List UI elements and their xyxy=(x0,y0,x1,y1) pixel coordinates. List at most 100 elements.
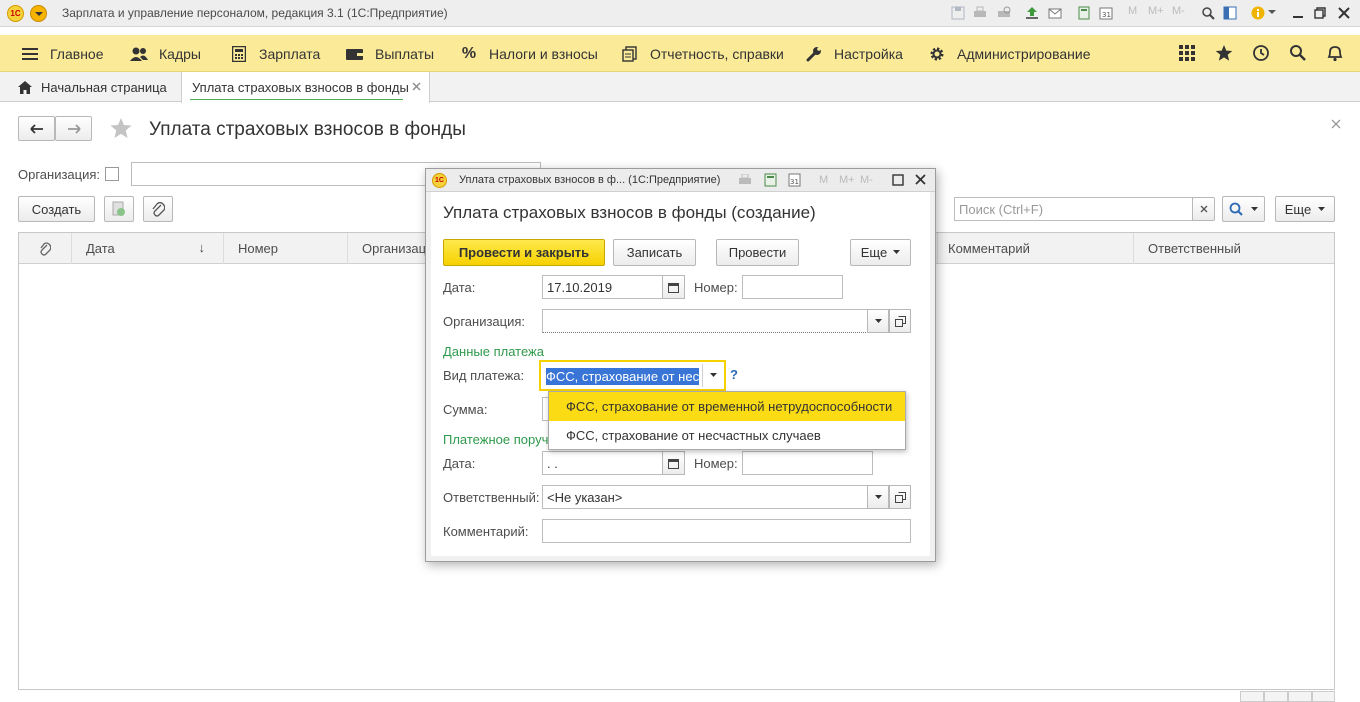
back-button[interactable] xyxy=(18,116,55,141)
memory-m-button[interactable]: M xyxy=(819,174,828,186)
save-button[interactable]: Записать xyxy=(613,239,696,266)
order-date-picker-button[interactable] xyxy=(662,451,685,475)
close-icon[interactable] xyxy=(915,174,926,185)
date-input[interactable]: 17.10.2019 xyxy=(542,275,663,299)
memory-minus-button[interactable]: M- xyxy=(1172,5,1185,17)
payment-type-input[interactable]: ФСС, страхование от нес xyxy=(543,364,703,388)
organization-open-button[interactable] xyxy=(889,309,911,333)
history-icon[interactable] xyxy=(1252,44,1270,62)
maximize-icon[interactable] xyxy=(892,174,904,186)
search-clear-button[interactable] xyxy=(1192,197,1215,221)
post-button[interactable]: Провести xyxy=(716,239,799,266)
wallet-icon xyxy=(345,44,365,64)
close-icon[interactable] xyxy=(1336,5,1352,21)
responsible-open-button[interactable] xyxy=(889,485,911,509)
save-icon[interactable] xyxy=(950,5,966,21)
dropdown-option-temporary-disability[interactable]: ФСС, страхование от временной нетрудоспо… xyxy=(549,392,905,421)
menu-item-main[interactable]: Главное xyxy=(20,35,104,72)
logo-1c-icon: 1С xyxy=(7,5,24,22)
form-close-icon[interactable] xyxy=(1331,119,1341,129)
responsible-input[interactable]: <Не указан> xyxy=(542,485,868,509)
svg-text:31: 31 xyxy=(790,178,799,186)
date-picker-button[interactable] xyxy=(662,275,685,299)
scroll-bottom-button[interactable] xyxy=(1312,691,1335,702)
panels-icon[interactable] xyxy=(1222,5,1238,21)
calendar-icon[interactable]: 31 xyxy=(788,173,801,187)
menu-item-label: Главное xyxy=(50,45,104,62)
payment-type-dropdown-button[interactable] xyxy=(702,364,723,387)
help-link[interactable]: ? xyxy=(730,367,738,382)
payment-type-label: Вид платежа: xyxy=(443,368,525,383)
menu-item-salary[interactable]: Зарплата xyxy=(229,35,320,72)
search-options-button[interactable] xyxy=(1222,196,1265,222)
menu-dropdown-icon[interactable] xyxy=(30,5,47,22)
scroll-down-button[interactable] xyxy=(1288,691,1312,702)
upload-icon[interactable] xyxy=(1024,5,1040,21)
memory-plus-button[interactable]: M+ xyxy=(839,174,855,186)
star-icon[interactable] xyxy=(1215,44,1233,62)
window-title: Зарплата и управление персоналом, редакц… xyxy=(62,6,448,20)
menu-item-label: Настройка xyxy=(834,45,903,62)
tab-close-icon[interactable] xyxy=(412,82,421,91)
memory-m-button[interactable]: M xyxy=(1128,5,1137,17)
memory-minus-button[interactable]: M- xyxy=(860,174,873,186)
menu-item-reports[interactable]: Отчетность, справки xyxy=(620,35,784,72)
list-more-button[interactable]: Еще xyxy=(1275,196,1335,222)
print-icon[interactable] xyxy=(738,174,752,187)
menu-item-payments[interactable]: Выплаты xyxy=(345,35,434,72)
organization-dropdown-button[interactable] xyxy=(867,309,889,333)
dropdown-option-accidents[interactable]: ФСС, страхование от несчастных случаев xyxy=(549,421,905,450)
chevron-down-icon xyxy=(1318,206,1326,212)
dialog-more-button[interactable]: Еще xyxy=(850,239,911,266)
apps-grid-icon[interactable] xyxy=(1179,45,1196,62)
attachment-column-header[interactable] xyxy=(19,233,72,264)
attachments-button[interactable] xyxy=(143,196,173,222)
column-header-number[interactable]: Номер xyxy=(224,233,348,264)
print-icon[interactable] xyxy=(972,5,988,21)
print-preview-icon[interactable] xyxy=(996,5,1012,21)
number-input[interactable] xyxy=(742,275,843,299)
info-dropdown-icon[interactable] xyxy=(1268,9,1276,15)
organization-filter-label: Организация: xyxy=(18,167,101,182)
organization-label: Организация: xyxy=(443,314,526,329)
search-input[interactable]: Поиск (Ctrl+F) xyxy=(954,197,1193,221)
search-icon[interactable] xyxy=(1289,44,1307,62)
scroll-top-button[interactable] xyxy=(1240,691,1264,702)
logo-1c-icon: 1С xyxy=(432,173,447,188)
mail-icon[interactable] xyxy=(1047,5,1063,21)
create-based-on-button[interactable] xyxy=(104,196,134,222)
favorite-star-icon[interactable] xyxy=(109,117,133,139)
zoom-icon[interactable] xyxy=(1200,5,1216,21)
order-date-input[interactable]: . . xyxy=(542,451,663,475)
column-header-comment[interactable]: Комментарий xyxy=(934,233,1134,264)
document-green-icon xyxy=(112,201,126,217)
restore-icon[interactable] xyxy=(1312,5,1328,21)
calculator-icon[interactable] xyxy=(1076,5,1092,21)
tab-insurance-payments[interactable]: Уплата страховых взносов в фонды xyxy=(181,72,430,103)
bell-icon[interactable] xyxy=(1326,44,1344,62)
menu-item-settings[interactable]: Настройка xyxy=(804,35,903,72)
responsible-dropdown-button[interactable] xyxy=(867,485,889,509)
forward-button[interactable] xyxy=(55,116,92,141)
page-title: Уплата страховых взносов в фонды xyxy=(149,119,466,140)
tab-home[interactable]: Начальная страница xyxy=(18,72,167,102)
create-button[interactable]: Создать xyxy=(18,196,95,222)
calendar-icon[interactable]: 31 xyxy=(1098,5,1114,21)
minimize-icon[interactable] xyxy=(1290,5,1306,21)
memory-plus-button[interactable]: M+ xyxy=(1148,5,1164,17)
number-label: Номер: xyxy=(694,280,738,295)
organization-filter-checkbox[interactable] xyxy=(105,167,119,181)
menu-item-personnel[interactable]: Кадры xyxy=(129,35,201,72)
order-number-input[interactable] xyxy=(742,451,873,475)
organization-input[interactable] xyxy=(542,309,868,333)
scroll-up-button[interactable] xyxy=(1264,691,1288,702)
post-and-close-button[interactable]: Провести и закрыть xyxy=(443,239,605,266)
comment-input[interactable] xyxy=(542,519,911,543)
info-icon[interactable] xyxy=(1250,5,1266,21)
menu-item-administration[interactable]: Администрирование xyxy=(927,35,1091,72)
calculator-icon[interactable] xyxy=(764,173,777,187)
column-header-responsible[interactable]: Ответственный xyxy=(1134,233,1334,264)
dialog-window-title: Уплата страховых взносов в ф... (1С:Пред… xyxy=(459,174,721,186)
column-header-date[interactable]: Дата ↓ xyxy=(72,233,224,264)
menu-item-taxes[interactable]: % Налоги и взносы xyxy=(459,35,598,72)
